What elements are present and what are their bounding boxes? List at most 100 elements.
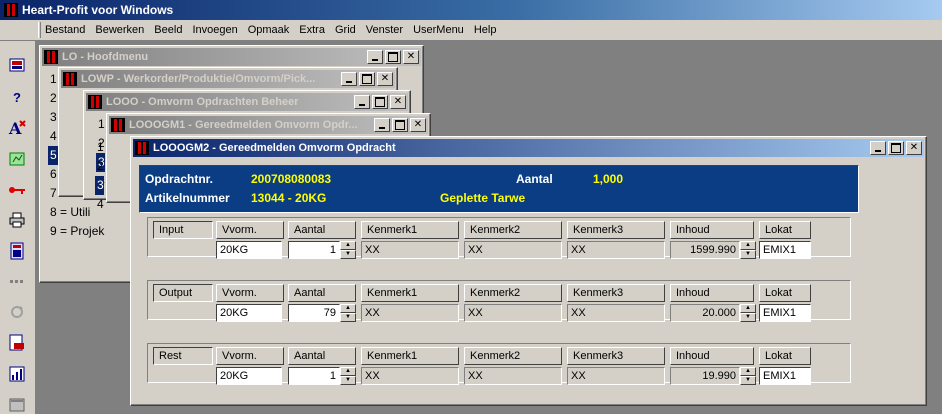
list-item[interactable]: 1 bbox=[96, 115, 105, 134]
inhoud-field[interactable]: 1599.990 bbox=[670, 241, 740, 259]
spin-up-icon[interactable]: ▲ bbox=[340, 367, 356, 376]
spin-down-icon[interactable]: ▼ bbox=[740, 376, 756, 385]
maximize-button[interactable] bbox=[372, 95, 388, 109]
maximize-button[interactable] bbox=[392, 118, 408, 132]
close-button[interactable]: ✕ bbox=[403, 50, 419, 64]
menu-opmaak[interactable]: Opmaak bbox=[243, 24, 295, 36]
spin-down-icon[interactable]: ▼ bbox=[740, 313, 756, 322]
window-loogm2-titlebar[interactable]: LOOOGM2 - Gereedmelden Omvorm Opdracht ✕ bbox=[133, 139, 924, 157]
aantal-field[interactable]: 1 bbox=[288, 241, 340, 259]
lokat-field[interactable]: EMIX1 bbox=[759, 304, 811, 322]
kenmerk2-field[interactable]: XX bbox=[464, 367, 562, 385]
window-loogm2: LOOOGM2 - Gereedmelden Omvorm Opdracht ✕… bbox=[130, 136, 927, 406]
kenmerk2-field[interactable]: XX bbox=[464, 304, 562, 322]
list-item[interactable]: 1 bbox=[95, 138, 104, 157]
font-color-icon[interactable]: A bbox=[8, 119, 26, 137]
window-icon[interactable] bbox=[8, 396, 26, 414]
kenmerk1-field[interactable]: XX bbox=[361, 304, 459, 322]
screen-icon[interactable] bbox=[8, 57, 26, 75]
close-button[interactable]: ✕ bbox=[377, 72, 393, 86]
menu-bestand[interactable]: Bestand bbox=[40, 24, 90, 36]
vvorm-field[interactable]: 20KG bbox=[216, 367, 282, 385]
window-loogm1-titlebar[interactable]: LOOOGM1 - Gereedmelden Omvorm Opdr... ✕ bbox=[109, 116, 428, 134]
close-button[interactable]: ✕ bbox=[410, 118, 426, 132]
vvorm-field[interactable]: 20KG bbox=[216, 241, 282, 259]
kenmerk1-field[interactable]: XX bbox=[361, 367, 459, 385]
menubar: Bestand Bewerken Beeld Invoegen Opmaak E… bbox=[0, 20, 942, 41]
col-lokat: Lokat bbox=[759, 221, 811, 239]
menu-grid[interactable]: Grid bbox=[330, 24, 361, 36]
window-logo-icon bbox=[63, 72, 77, 86]
kenmerk3-field[interactable]: XX bbox=[567, 304, 665, 322]
spin-up-icon[interactable]: ▲ bbox=[740, 367, 756, 376]
spin-down-icon[interactable]: ▼ bbox=[340, 313, 356, 322]
window-loogm2-title: LOOOGM2 - Gereedmelden Omvorm Opdracht bbox=[153, 142, 396, 154]
spin-down-icon[interactable]: ▼ bbox=[340, 376, 356, 385]
key-icon[interactable] bbox=[8, 181, 26, 199]
kenmerk3-field[interactable]: XX bbox=[567, 367, 665, 385]
col-vvorm: Vvorm. bbox=[216, 284, 284, 302]
artikel-description: Geplette Tarwe bbox=[440, 191, 526, 205]
spin-up-icon[interactable]: ▲ bbox=[740, 241, 756, 250]
spin-down-icon[interactable]: ▼ bbox=[740, 250, 756, 259]
menu-help[interactable]: Help bbox=[469, 24, 502, 36]
list-item[interactable]: 9 = Projek bbox=[48, 222, 104, 241]
inhoud-field[interactable]: 19.990 bbox=[670, 367, 740, 385]
close-button[interactable]: ✕ bbox=[390, 95, 406, 109]
dots-icon[interactable] bbox=[8, 273, 26, 291]
minimize-button[interactable] bbox=[367, 50, 383, 64]
kenmerk2-field[interactable]: XX bbox=[464, 241, 562, 259]
menubar-grip[interactable] bbox=[38, 22, 41, 38]
help-icon[interactable]: ? bbox=[8, 88, 26, 106]
aantal-field[interactable]: 79 bbox=[288, 304, 340, 322]
bar-chart-icon[interactable] bbox=[8, 365, 26, 383]
menu-venster[interactable]: Venster bbox=[361, 24, 408, 36]
document-icon[interactable] bbox=[8, 334, 26, 352]
list-item[interactable]: 2 bbox=[95, 157, 104, 176]
col-lokat: Lokat bbox=[759, 284, 811, 302]
maximize-button[interactable] bbox=[385, 50, 401, 64]
lokat-field[interactable]: EMIX1 bbox=[759, 241, 811, 259]
col-kenmerk2: Kenmerk2 bbox=[464, 284, 562, 302]
kenmerk1-field[interactable]: XX bbox=[361, 241, 459, 259]
list-item[interactable]: 4 bbox=[95, 195, 104, 214]
minimize-button[interactable] bbox=[374, 118, 390, 132]
vvorm-field[interactable]: 20KG bbox=[216, 304, 282, 322]
menu-extra[interactable]: Extra bbox=[294, 24, 330, 36]
chart-icon[interactable] bbox=[8, 150, 26, 168]
spin-up-icon[interactable]: ▲ bbox=[340, 241, 356, 250]
inhoud-spinner[interactable]: ▲ ▼ bbox=[740, 304, 756, 322]
col-kenmerk3: Kenmerk3 bbox=[567, 221, 665, 239]
aantal-field[interactable]: 1 bbox=[288, 367, 340, 385]
spin-up-icon[interactable]: ▲ bbox=[340, 304, 356, 313]
col-kenmerk3: Kenmerk3 bbox=[567, 284, 665, 302]
aantal-spinner[interactable]: ▲ ▼ bbox=[340, 304, 356, 322]
minimize-button[interactable] bbox=[341, 72, 357, 86]
maximize-button[interactable] bbox=[359, 72, 375, 86]
spin-up-icon[interactable]: ▲ bbox=[740, 304, 756, 313]
minimize-button[interactable] bbox=[354, 95, 370, 109]
close-button[interactable]: ✕ bbox=[906, 141, 922, 155]
inhoud-spinner[interactable]: ▲ ▼ bbox=[740, 241, 756, 259]
window-looo-titlebar[interactable]: LOOO - Omvorm Opdrachten Beheer ✕ bbox=[86, 93, 408, 111]
menu-bewerken[interactable]: Bewerken bbox=[90, 24, 149, 36]
aantal-spinner[interactable]: ▲ ▼ bbox=[340, 241, 356, 259]
menu-invoegen[interactable]: Invoegen bbox=[187, 24, 242, 36]
col-inhoud: Inhoud bbox=[670, 221, 754, 239]
maximize-button[interactable] bbox=[888, 141, 904, 155]
calculator-icon[interactable] bbox=[8, 242, 26, 260]
menu-beeld[interactable]: Beeld bbox=[149, 24, 187, 36]
inhoud-field[interactable]: 20.000 bbox=[670, 304, 740, 322]
aantal-spinner[interactable]: ▲ ▼ bbox=[340, 367, 356, 385]
refresh-icon[interactable] bbox=[8, 303, 26, 321]
minimize-button[interactable] bbox=[870, 141, 886, 155]
inhoud-spinner[interactable]: ▲ ▼ bbox=[740, 367, 756, 385]
lokat-field[interactable]: EMIX1 bbox=[759, 367, 811, 385]
printer-icon[interactable] bbox=[8, 211, 26, 229]
spin-down-icon[interactable]: ▼ bbox=[340, 250, 356, 259]
window-lowp-titlebar[interactable]: LOWP - Werkorder/Produktie/Omvorm/Pick..… bbox=[61, 70, 395, 88]
kenmerk3-field[interactable]: XX bbox=[567, 241, 665, 259]
window-lo-titlebar[interactable]: LO - Hoofdmenu ✕ bbox=[42, 48, 421, 66]
menu-usermenu[interactable]: UserMenu bbox=[408, 24, 469, 36]
list-item[interactable]: 3 bbox=[95, 176, 104, 195]
